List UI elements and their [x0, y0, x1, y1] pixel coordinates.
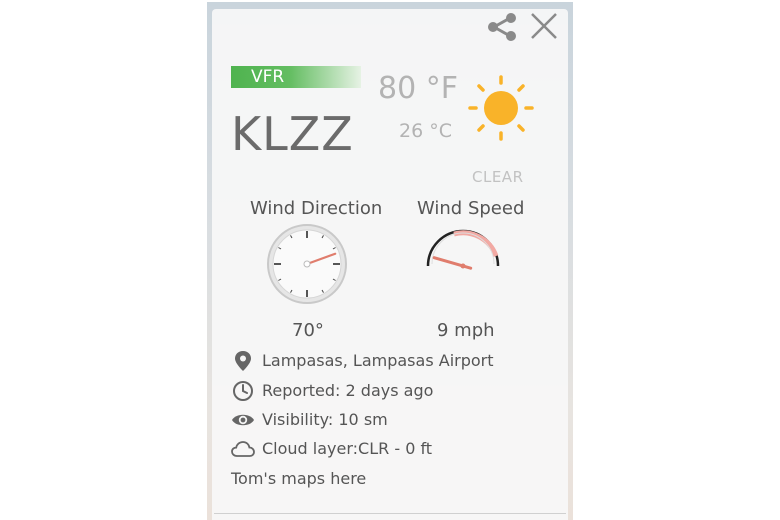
wind-direction-label: Wind Direction: [250, 198, 383, 219]
station-id: KLZZ: [231, 107, 354, 161]
bottom-divider: [214, 513, 566, 514]
close-icon[interactable]: [529, 11, 559, 41]
eye-icon: [232, 414, 254, 426]
wind-direction-gauge: [267, 224, 347, 304]
reported-text: Reported: 2 days ago: [262, 381, 434, 400]
wind-speed-label: Wind Speed: [417, 198, 525, 219]
cloud-layer-text: Cloud layer:CLR - 0 ft: [262, 439, 433, 458]
visibility-row: Visibility: 10 sm: [231, 408, 388, 432]
flight-category-badge: VFR: [231, 66, 361, 88]
share-icon[interactable]: [486, 12, 518, 42]
maps-link[interactable]: Tom's maps here: [231, 468, 366, 490]
location-row: Lampasas, Lampasas Airport: [231, 349, 494, 373]
wind-speed-value: 9 mph: [437, 320, 495, 341]
location-text: Lampasas, Lampasas Airport: [262, 351, 494, 370]
cloud-layer-row: Cloud layer:CLR - 0 ft: [231, 437, 432, 461]
wind-direction-value: 70°: [292, 320, 324, 341]
map-pin-icon: [235, 351, 251, 371]
wind-speed-gauge: [426, 229, 500, 270]
visibility-text: Visibility: 10 sm: [262, 410, 388, 429]
sun-icon: [468, 75, 534, 141]
clock-icon: [233, 381, 253, 401]
cloud-icon: [231, 441, 255, 457]
reported-row: Reported: 2 days ago: [231, 379, 433, 403]
temperature-celsius: 26 °C: [399, 120, 452, 142]
temperature-fahrenheit: 80 °F: [378, 71, 458, 106]
sky-condition: CLEAR: [472, 168, 524, 186]
